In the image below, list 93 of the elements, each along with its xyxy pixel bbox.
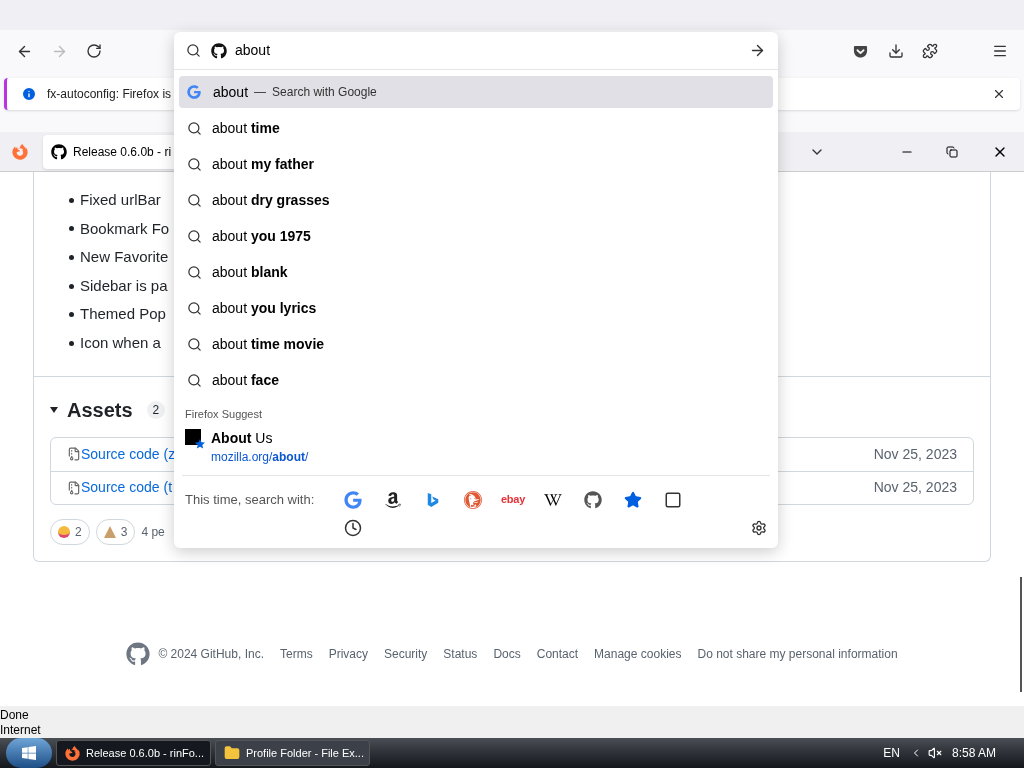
taskbar-button[interactable]: Profile Folder - File Ex... bbox=[215, 740, 370, 766]
folder-icon bbox=[224, 745, 240, 761]
release-note: Icon when a bbox=[80, 333, 161, 353]
one-off-label: This time, search with: bbox=[185, 490, 316, 509]
search-icon bbox=[187, 372, 202, 388]
clock-time[interactable]: 8:58 AM bbox=[951, 744, 996, 762]
status-text: Done bbox=[0, 708, 30, 723]
footer-link[interactable]: Status bbox=[443, 645, 478, 663]
asset-link[interactable]: Source code (z bbox=[81, 443, 176, 465]
suggestion-text: about you lyrics bbox=[212, 298, 317, 318]
menu-icon[interactable] bbox=[992, 43, 1008, 59]
expand-caret-icon[interactable] bbox=[50, 406, 58, 413]
search-icon bbox=[187, 192, 202, 208]
assets-count: 2 bbox=[146, 400, 166, 419]
suggestion-row[interactable]: about — Search with Google bbox=[179, 76, 773, 108]
github-icon bbox=[211, 42, 227, 59]
footer-link[interactable]: Terms bbox=[279, 645, 313, 663]
notification-text: fx-autoconfig: Firefox is bbox=[47, 86, 172, 103]
suggestion-text: about bbox=[213, 82, 249, 102]
search-icon bbox=[187, 264, 202, 280]
google-icon bbox=[187, 85, 201, 99]
start-button[interactable] bbox=[6, 738, 52, 768]
windows-logo-icon bbox=[21, 745, 37, 761]
language-indicator[interactable]: EN bbox=[883, 744, 900, 762]
search-icon bbox=[186, 43, 201, 58]
file-zip-icon bbox=[67, 447, 81, 462]
history-icon[interactable] bbox=[344, 518, 362, 537]
section-header: Firefox Suggest bbox=[184, 407, 264, 422]
google-icon[interactable] bbox=[344, 490, 362, 509]
download-icon[interactable] bbox=[888, 43, 904, 59]
suggest-url: mozilla.org/about/ bbox=[211, 448, 309, 466]
search-icon bbox=[187, 228, 202, 244]
duck-icon[interactable] bbox=[464, 490, 482, 509]
pocket-icon[interactable] bbox=[853, 43, 868, 59]
github-icon bbox=[51, 143, 67, 160]
search-icon bbox=[187, 120, 202, 136]
reaction-summary: 4 pe bbox=[141, 523, 165, 541]
address-field[interactable]: about bbox=[235, 40, 749, 61]
release-note: Bookmark Fo bbox=[80, 218, 170, 239]
bullet-icon bbox=[69, 283, 74, 289]
asset-link[interactable]: Source code (t bbox=[81, 477, 173, 499]
suggestion-text: about my father bbox=[212, 154, 314, 174]
footer-link[interactable]: Privacy bbox=[328, 645, 368, 663]
search-icon bbox=[187, 336, 202, 352]
asset-date: Nov 25, 2023 bbox=[873, 444, 957, 464]
suggestion-text: about dry grasses bbox=[212, 190, 330, 210]
restore-icon[interactable] bbox=[946, 145, 958, 158]
info-icon bbox=[21, 86, 37, 102]
suggestion-text: about time movie bbox=[212, 334, 325, 354]
release-note: Sidebar is pa bbox=[80, 275, 168, 296]
footer-link[interactable]: Contact bbox=[536, 645, 579, 663]
suggestion-action: Search with Google bbox=[272, 84, 377, 101]
github-logo-icon[interactable] bbox=[126, 642, 151, 666]
bing-icon[interactable] bbox=[426, 490, 440, 509]
assets-heading[interactable]: Assets bbox=[67, 394, 133, 425]
release-note: Fixed urlBar bbox=[80, 190, 161, 211]
asset-date: Nov 25, 2023 bbox=[873, 478, 957, 498]
suggest-title: About Us bbox=[211, 428, 274, 447]
star-icon[interactable] bbox=[624, 490, 642, 509]
reload-icon[interactable] bbox=[86, 43, 102, 59]
bullet-icon bbox=[69, 312, 74, 318]
separator-dash: — bbox=[254, 84, 267, 101]
suggestion-text: about face bbox=[212, 370, 279, 390]
suggest-row[interactable]: About Us mozilla.org/about/ bbox=[174, 422, 778, 475]
suggestion-text: about you 1975 bbox=[212, 226, 311, 246]
tab-icon[interactable] bbox=[664, 490, 682, 509]
status-text: Internet bbox=[0, 723, 42, 738]
muted-speaker-icon[interactable] bbox=[927, 746, 942, 760]
suggestion-text: about blank bbox=[212, 262, 288, 282]
footer-link[interactable]: Docs bbox=[493, 645, 521, 663]
suggestion-text: about time bbox=[212, 118, 280, 138]
taskbar-button[interactable]: Release 0.6.0b - rinFo... bbox=[56, 740, 211, 766]
footer-link[interactable]: Manage cookies bbox=[594, 645, 682, 663]
bullet-icon bbox=[69, 197, 74, 203]
bullet-icon bbox=[69, 340, 74, 346]
amazon-icon[interactable] bbox=[384, 490, 402, 509]
search-icon bbox=[187, 300, 202, 316]
ebay-logo[interactable]: ebay bbox=[501, 491, 525, 508]
firefox-icon bbox=[65, 745, 80, 761]
bullet-icon bbox=[69, 255, 74, 260]
settings-icon[interactable] bbox=[751, 519, 767, 536]
release-note: Themed Pop bbox=[80, 304, 166, 325]
footer-link[interactable]: Security bbox=[384, 645, 428, 663]
release-note: New Favorite bbox=[80, 247, 169, 268]
file-zip-icon bbox=[67, 480, 81, 495]
search-icon bbox=[187, 156, 202, 172]
close-icon[interactable] bbox=[992, 87, 1006, 101]
bullet-icon bbox=[69, 226, 74, 232]
go-arrow-icon[interactable] bbox=[749, 42, 766, 59]
extensions-icon[interactable] bbox=[922, 43, 938, 59]
footer-link[interactable]: Do not share my personal information bbox=[697, 645, 898, 663]
github-icon[interactable] bbox=[584, 490, 602, 509]
copyright-text: © 2024 GitHub, Inc. bbox=[158, 646, 264, 663]
